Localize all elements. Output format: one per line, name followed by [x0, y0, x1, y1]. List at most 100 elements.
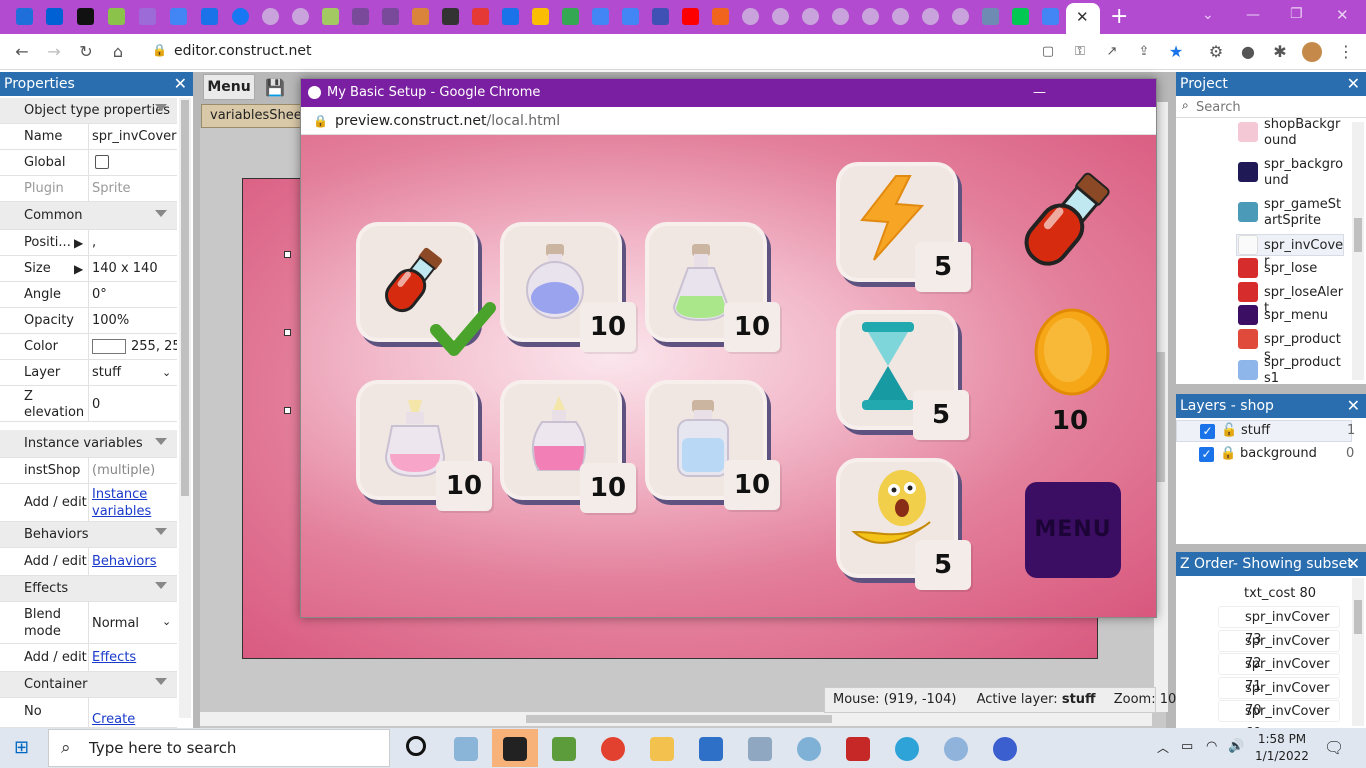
note-tab-icon[interactable]: [322, 8, 339, 25]
filezilla-icon[interactable]: [846, 737, 870, 761]
task-tab-icon[interactable]: [201, 8, 218, 25]
globe-tab-icon[interactable]: [892, 8, 909, 25]
create-link[interactable]: Create: [92, 712, 135, 727]
cortana-icon[interactable]: [406, 736, 426, 756]
close-icon[interactable]: ✕: [174, 72, 187, 96]
sticky-notes-icon[interactable]: [503, 737, 527, 761]
section-behaviors[interactable]: Behaviors: [0, 522, 177, 548]
docs-tab-icon[interactable]: [622, 8, 639, 25]
layer-select[interactable]: stuff: [92, 360, 121, 386]
collapse-icon[interactable]: [155, 528, 167, 535]
globe-tab-icon[interactable]: [832, 8, 849, 25]
properties-scrollbar[interactable]: [179, 98, 191, 718]
chrome-icon[interactable]: [601, 737, 625, 761]
youtube-tab-icon[interactable]: [682, 8, 699, 25]
taskbar-clock[interactable]: 1:58 PM 1/1/2022: [1252, 731, 1312, 765]
section-common[interactable]: Common: [0, 202, 177, 230]
tab-search-icon[interactable]: ⌄: [1202, 7, 1214, 23]
ufo-tab-icon[interactable]: [382, 8, 399, 25]
layer-visible-checkbox[interactable]: ✓: [1200, 424, 1215, 439]
docs-tab-icon[interactable]: [1042, 8, 1059, 25]
app-icon[interactable]: [748, 737, 772, 761]
restore-icon[interactable]: ❐: [1290, 6, 1303, 22]
globe-tab-icon[interactable]: [922, 8, 939, 25]
close-icon[interactable]: ✕: [1347, 552, 1360, 576]
calendar-tab-icon[interactable]: [502, 8, 519, 25]
z-order-item[interactable]: txt_cost 80: [1218, 583, 1340, 605]
affinity-icon[interactable]: [699, 737, 723, 761]
battery-icon[interactable]: ▭: [1181, 739, 1193, 754]
globe-tab-icon[interactable]: [292, 8, 309, 25]
dropbox-tab-icon[interactable]: [16, 8, 33, 25]
expand-icon[interactable]: ▶: [74, 256, 83, 282]
globe-tab-icon[interactable]: [742, 8, 759, 25]
name-value[interactable]: spr_invCover: [92, 124, 176, 150]
minimize-icon[interactable]: —: [1246, 7, 1260, 23]
app-icon[interactable]: [944, 737, 968, 761]
notifications-icon[interactable]: 🗨: [1324, 738, 1344, 757]
lock-icon[interactable]: 🔒: [1220, 446, 1236, 461]
save-icon[interactable]: 💾: [265, 78, 285, 97]
project-item[interactable]: spr_gameStartSprite: [1264, 197, 1344, 229]
extension-icon[interactable]: ●: [1238, 42, 1258, 62]
new-tab-button[interactable]: +: [1110, 4, 1128, 29]
instance-variables-link-2[interactable]: variables: [92, 504, 151, 520]
character-tab-icon[interactable]: [442, 8, 459, 25]
global-checkbox[interactable]: [95, 155, 109, 169]
section-effects[interactable]: Effects: [0, 576, 177, 602]
box-tab-icon[interactable]: [46, 8, 63, 25]
app-icon[interactable]: [993, 737, 1017, 761]
collapse-icon[interactable]: [155, 438, 167, 445]
collapse-icon[interactable]: [155, 210, 167, 217]
project-item[interactable]: spr_lose: [1264, 261, 1344, 277]
z-order-item[interactable]: spr_invCover 70: [1218, 677, 1340, 718]
h-tab-icon[interactable]: [77, 8, 94, 25]
wifi-icon[interactable]: ◠: [1206, 739, 1217, 754]
list-tab-icon[interactable]: [652, 8, 669, 25]
close-icon[interactable]: ✕: [1347, 72, 1360, 96]
selection-handle[interactable]: [284, 251, 291, 258]
effects-link[interactable]: Effects: [92, 644, 136, 672]
globe-tab-icon[interactable]: [952, 8, 969, 25]
etsy-tab-icon[interactable]: [712, 8, 729, 25]
z-order-scrollbar[interactable]: [1352, 578, 1364, 726]
c-tab-icon[interactable]: [108, 8, 125, 25]
chevron-up-icon[interactable]: ︿: [1157, 739, 1169, 756]
home-icon[interactable]: ⌂: [108, 42, 128, 62]
section-instance-variables[interactable]: Instance variables: [0, 430, 177, 458]
facebook-tab-icon[interactable]: [232, 8, 249, 25]
share-icon[interactable]: ⇪: [1134, 42, 1154, 62]
reload-icon[interactable]: ↻: [76, 42, 96, 62]
globe-tab-icon[interactable]: [262, 8, 279, 25]
project-search[interactable]: ⌕: [1176, 96, 1366, 118]
close-icon[interactable]: ✕: [1076, 8, 1089, 26]
collapse-icon[interactable]: [155, 104, 167, 111]
play-tab-icon[interactable]: [1012, 8, 1029, 25]
address-bar[interactable]: 🔒 editor.construct.net: [140, 38, 1040, 66]
volume-icon[interactable]: 🔊: [1228, 739, 1244, 754]
docs-tab-icon[interactable]: [592, 8, 609, 25]
avatar[interactable]: [1302, 42, 1322, 62]
close-icon[interactable]: ✕: [1347, 394, 1360, 418]
project-item[interactable]: spr_background: [1264, 157, 1344, 189]
flower-tab-icon[interactable]: [472, 8, 489, 25]
docs-tab-icon[interactable]: [170, 8, 187, 25]
tab-variables-sheet[interactable]: variablesSheet: [201, 104, 311, 128]
layer-row-background[interactable]: ✓ 🔒 background 0: [1176, 444, 1354, 466]
taskbar-search[interactable]: ⌕ Type here to search: [48, 729, 390, 767]
instance-variables-link[interactable]: Instance: [92, 487, 147, 503]
layer-row-stuff[interactable]: ✓ 🔓 stuff 1: [1176, 420, 1355, 442]
z-order-item[interactable]: spr_invCover 71: [1218, 653, 1340, 694]
chevron-down-icon[interactable]: ⌄: [162, 360, 171, 386]
z-order-item[interactable]: spr_invCover 73: [1218, 606, 1340, 647]
colorful-tab-icon[interactable]: [532, 8, 549, 25]
puzzle-icon[interactable]: ✱: [1270, 42, 1290, 62]
avatar-tab-icon[interactable]: [412, 8, 429, 25]
layout-horizontal-scrollbar[interactable]: [200, 712, 1152, 726]
game-menu-button[interactable]: MENU: [1025, 482, 1121, 578]
menu-button[interactable]: Menu: [203, 74, 255, 100]
ufo-tab-icon[interactable]: [352, 8, 369, 25]
drive-tab-icon[interactable]: [562, 8, 579, 25]
extension-icon[interactable]: ⚙: [1206, 42, 1226, 62]
forward-icon[interactable]: →: [44, 42, 64, 62]
